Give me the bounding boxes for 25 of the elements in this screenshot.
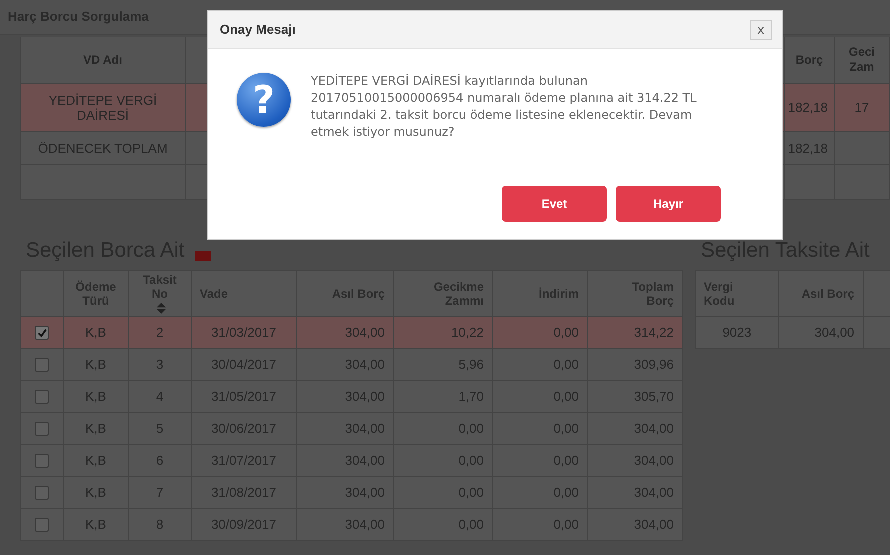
checkbox[interactable] (35, 454, 49, 468)
table-cell: K,B (64, 316, 128, 348)
table-cell: 304,00 (296, 316, 394, 348)
table-cell: 31/03/2017 (192, 316, 296, 348)
checkbox[interactable] (35, 358, 49, 372)
close-button[interactable]: x (750, 20, 772, 40)
yes-button[interactable]: Evet (502, 186, 607, 222)
table-cell: 182,18 (785, 84, 835, 131)
checkbox[interactable] (35, 518, 49, 532)
dialog-title: Onay Mesajı (220, 22, 296, 37)
checkbox[interactable] (35, 326, 49, 340)
dialog-message: YEDİTEPE VERGİ DAİRESİ kayıtlarında bulunan 20170510015000006954 numaralı ödeme planına ait 314.22 TL tutarındaki 2. taksit borcu ödeme listesine eklenecektir. Devam etmek istiyor musunuz? (311, 73, 698, 141)
checkbox[interactable] (35, 422, 49, 436)
checkbox[interactable] (35, 486, 49, 500)
table-cell: 10,22 (394, 316, 492, 348)
table-cell: 2 (128, 316, 192, 348)
table-cell: 0,00 (492, 316, 588, 348)
table-cell: 17 (835, 84, 890, 131)
table-cell: 314,22 (588, 316, 682, 348)
question-icon: ? (237, 73, 291, 127)
table-cell: YEDİTEPE VERGİ DAİRESİ (21, 84, 186, 131)
checkbox[interactable] (35, 390, 49, 404)
sort-icon[interactable] (156, 302, 167, 314)
no-button[interactable]: Hayır (616, 186, 721, 222)
info-icon[interactable] (194, 251, 211, 261)
